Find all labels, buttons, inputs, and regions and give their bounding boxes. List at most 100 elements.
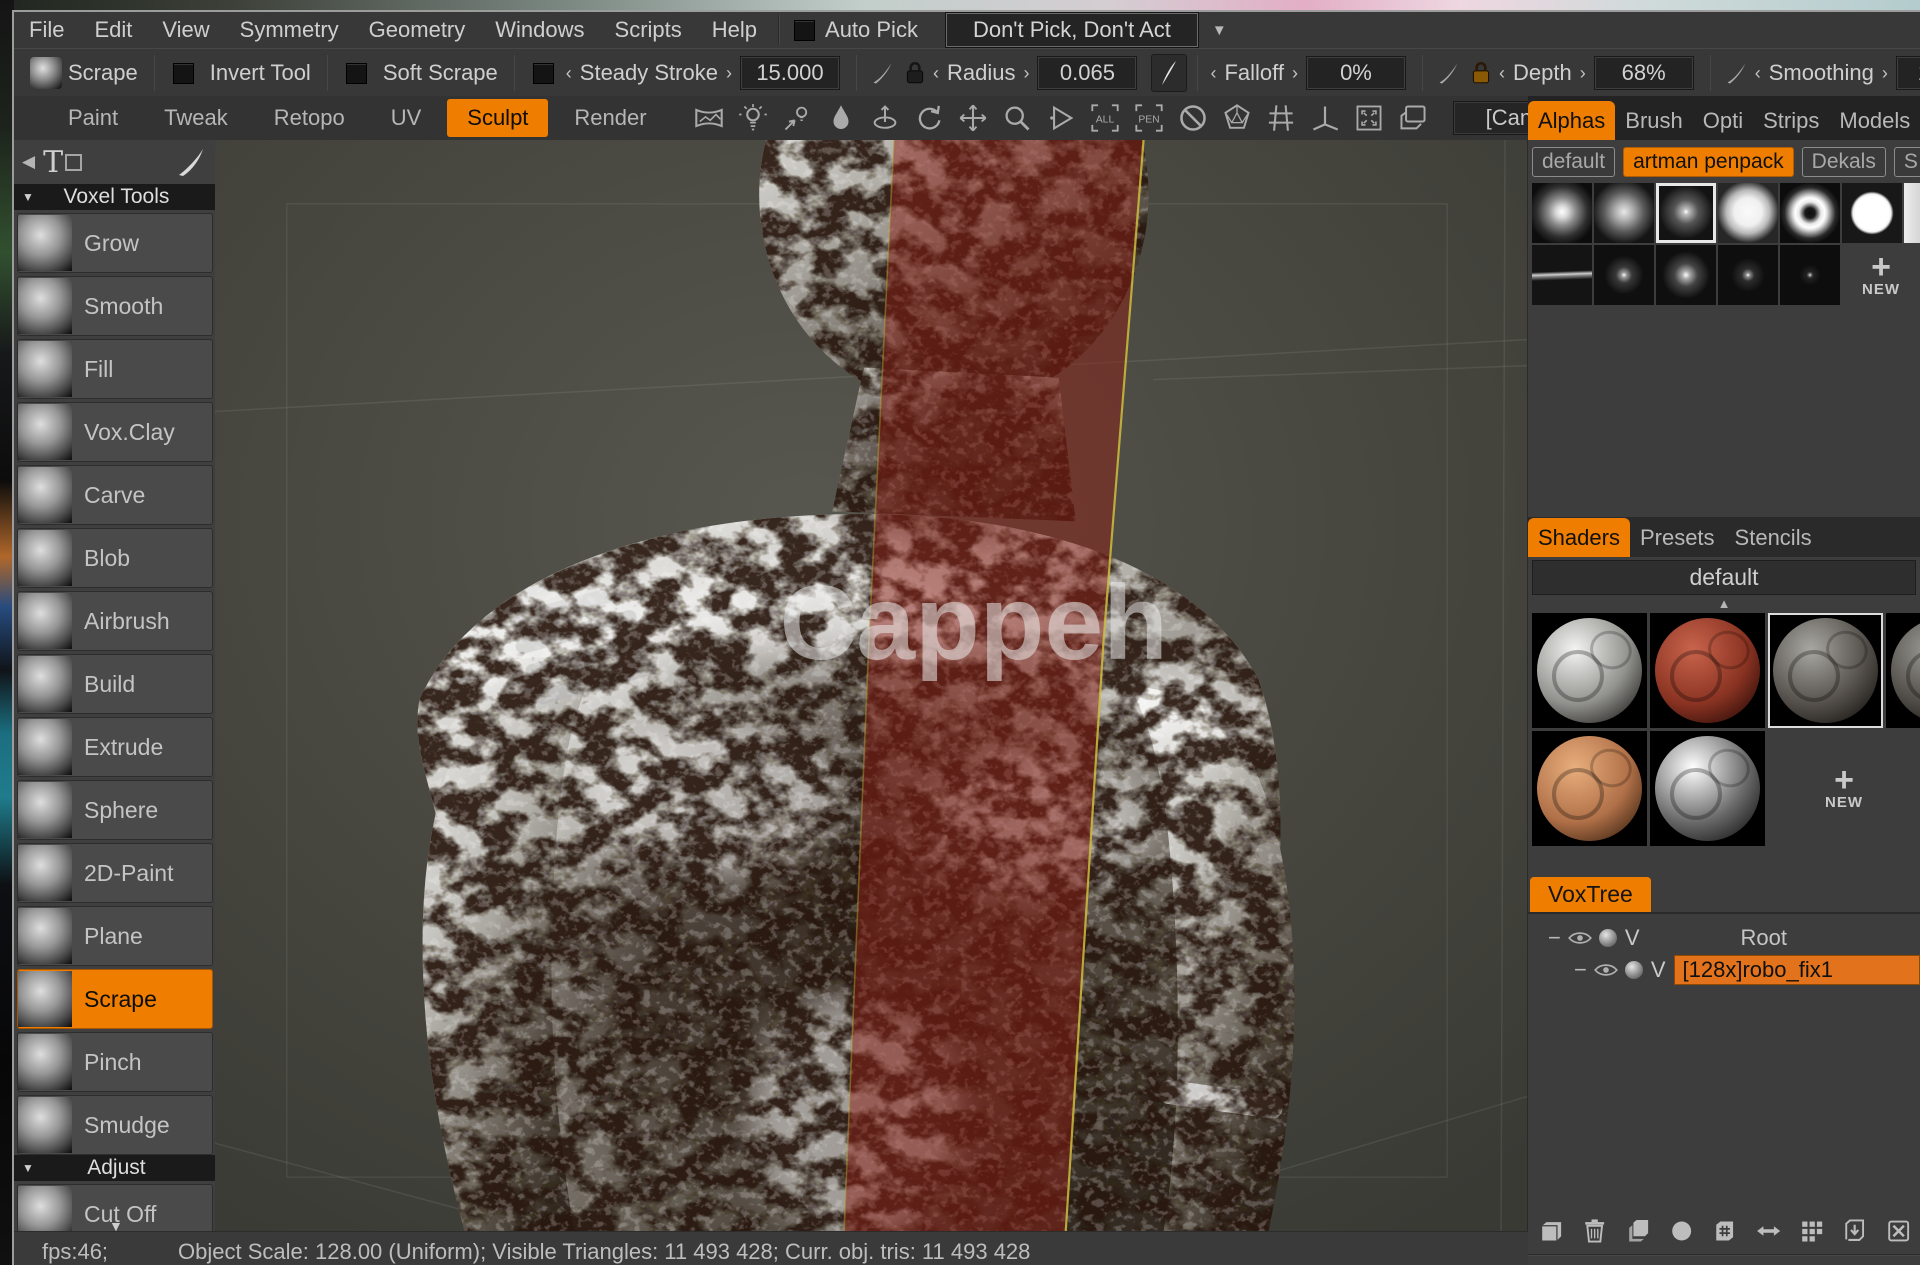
alpha-dot-large[interactable] bbox=[1656, 245, 1716, 305]
light-icon[interactable] bbox=[738, 103, 768, 133]
invert-tool-checkbox[interactable] bbox=[173, 63, 194, 84]
lock-icon[interactable] bbox=[902, 60, 928, 86]
tool-item-scrape[interactable]: Scrape bbox=[17, 969, 213, 1029]
panel-tab-brush[interactable]: Brush bbox=[1615, 101, 1692, 140]
brush-stroke-icon[interactable] bbox=[173, 147, 207, 177]
trackball-icon[interactable] bbox=[1222, 103, 1252, 133]
voxtree-layer-label[interactable]: [128x]robo_fix1 bbox=[1674, 955, 1920, 985]
shader-graphite-2[interactable] bbox=[1886, 613, 1920, 728]
menu-item-edit[interactable]: Edit bbox=[79, 13, 147, 47]
pen-pressure-icon[interactable] bbox=[1436, 60, 1462, 86]
panel-tab-strips[interactable]: Strips bbox=[1753, 101, 1829, 140]
text-tool-icon[interactable]: T bbox=[43, 145, 63, 180]
alpha-pack-s[interactable]: S bbox=[1894, 147, 1920, 177]
falloff-label[interactable]: Falloff bbox=[1224, 60, 1284, 86]
shader-tab-presets[interactable]: Presets bbox=[1630, 518, 1725, 557]
tool-item-blob[interactable]: Blob bbox=[17, 528, 213, 588]
new-shader-button[interactable]: +NEW bbox=[1768, 731, 1920, 846]
smoothing-label[interactable]: Smoothing bbox=[1769, 60, 1874, 86]
collapse-minus-icon[interactable]: − bbox=[1574, 957, 1587, 983]
duplicate-layer-icon[interactable] bbox=[1625, 1217, 1652, 1245]
tool-item-carve[interactable]: Carve bbox=[17, 465, 213, 525]
voxtree-layer-label[interactable]: Root bbox=[1648, 925, 1920, 951]
alpha-soft-wide[interactable] bbox=[1594, 183, 1654, 243]
voxel-mode-indicator[interactable]: V bbox=[1651, 957, 1666, 983]
panel-tab-alphas[interactable]: Alphas bbox=[1528, 101, 1615, 140]
menu-item-windows[interactable]: Windows bbox=[480, 13, 599, 47]
shader-dark-chrome[interactable] bbox=[1650, 731, 1765, 846]
global-grid-icon[interactable] bbox=[1798, 1217, 1825, 1245]
tool-item-pinch[interactable]: Pinch bbox=[17, 1032, 213, 1092]
wire-grid-icon[interactable] bbox=[1266, 103, 1296, 133]
room-tab-sculpt[interactable]: Sculpt bbox=[447, 99, 548, 137]
decrement-arrow[interactable]: ‹ bbox=[566, 63, 572, 84]
steady-stroke-checkbox[interactable] bbox=[533, 63, 554, 84]
falloff-value[interactable]: 0% bbox=[1306, 56, 1406, 90]
shader-copper[interactable] bbox=[1532, 731, 1647, 846]
room-tab-retopo[interactable]: Retopo bbox=[254, 99, 365, 137]
tool-item-fill[interactable]: Fill bbox=[17, 339, 213, 399]
radius-label[interactable]: Radius bbox=[947, 60, 1015, 86]
light-edit-icon[interactable] bbox=[782, 103, 812, 133]
menu-item-help[interactable]: Help bbox=[697, 13, 772, 47]
rotate-view-icon[interactable] bbox=[914, 103, 944, 133]
tool-item-plane[interactable]: Plane bbox=[17, 906, 213, 966]
zoom-view-icon[interactable] bbox=[1002, 103, 1032, 133]
room-tab-render[interactable]: Render bbox=[554, 99, 666, 137]
voxel-mode-indicator[interactable]: V bbox=[1625, 925, 1640, 951]
soft-scrape-checkbox[interactable] bbox=[346, 63, 367, 84]
depth-value[interactable]: 68% bbox=[1594, 56, 1694, 90]
alpha-square-partial[interactable] bbox=[1904, 183, 1920, 243]
tool-item-2d-paint[interactable]: 2D-Paint bbox=[17, 843, 213, 903]
merge-grid-icon[interactable] bbox=[1711, 1217, 1738, 1245]
collapse-triangle-icon[interactable]: ▼ bbox=[22, 190, 34, 204]
alpha-pack-default[interactable]: default bbox=[1532, 147, 1615, 177]
alpha-pack-dekals[interactable]: Dekals bbox=[1802, 147, 1886, 177]
increment-arrow[interactable]: › bbox=[1580, 63, 1586, 84]
all-mode-icon[interactable]: ALL bbox=[1090, 103, 1120, 133]
alpha-small-glow[interactable] bbox=[1656, 183, 1716, 243]
voxel-tools-header[interactable]: ▼ Voxel Tools bbox=[14, 184, 215, 210]
axis-icon[interactable] bbox=[1310, 103, 1340, 133]
alpha-bright-disc-soft[interactable] bbox=[1718, 183, 1778, 243]
pen-mode-icon[interactable]: PEN bbox=[1134, 103, 1164, 133]
visibility-eye-icon[interactable] bbox=[1567, 929, 1593, 947]
menu-item-symmetry[interactable]: Symmetry bbox=[225, 13, 354, 47]
panel-tab-opti[interactable]: Opti bbox=[1693, 101, 1753, 140]
turntable-icon[interactable] bbox=[870, 103, 900, 133]
swap-icon[interactable] bbox=[1755, 1217, 1782, 1245]
decrement-arrow[interactable]: ‹ bbox=[1499, 63, 1505, 84]
fit-view-icon[interactable] bbox=[1354, 103, 1384, 133]
increment-arrow[interactable]: › bbox=[1882, 63, 1888, 84]
room-tab-paint[interactable]: Paint bbox=[48, 99, 138, 137]
lock-icon[interactable] bbox=[1468, 60, 1494, 86]
collapse-up-icon[interactable]: ▲ bbox=[1528, 597, 1920, 610]
alpha-pack-artman-penpack[interactable]: artman penpack bbox=[1623, 147, 1794, 177]
radius-value[interactable]: 0.065 bbox=[1037, 56, 1137, 90]
import-icon[interactable] bbox=[1841, 1217, 1868, 1245]
tool-item-extrude[interactable]: Extrude bbox=[17, 717, 213, 777]
collapse-left-icon[interactable]: ◀ bbox=[22, 152, 35, 172]
decrement-arrow[interactable]: ‹ bbox=[933, 63, 939, 84]
decrement-arrow[interactable]: ‹ bbox=[1210, 63, 1216, 84]
voxtree-row-root[interactable]: −VRoot bbox=[1528, 922, 1920, 954]
alpha-hard-disc[interactable] bbox=[1842, 183, 1902, 243]
menu-item-view[interactable]: View bbox=[147, 13, 224, 47]
menu-item-file[interactable]: File bbox=[14, 13, 79, 47]
decrement-arrow[interactable]: ‹ bbox=[1755, 63, 1761, 84]
tool-item-smudge[interactable]: Smudge bbox=[17, 1095, 213, 1155]
depth-label[interactable]: Depth bbox=[1513, 60, 1572, 86]
visibility-eye-icon[interactable] bbox=[1593, 961, 1619, 979]
alpha-soft-round[interactable] bbox=[1532, 183, 1592, 243]
tool-item-grow[interactable]: Grow bbox=[17, 213, 213, 273]
alpha-ring[interactable] bbox=[1780, 183, 1840, 243]
increment-arrow[interactable]: › bbox=[1023, 63, 1029, 84]
scroll-more-icon[interactable]: ▼ bbox=[109, 1218, 123, 1232]
panorama-icon[interactable] bbox=[694, 103, 724, 133]
shader-tab-shaders[interactable]: Shaders bbox=[1528, 518, 1630, 557]
shader-tab-stencils[interactable]: Stencils bbox=[1725, 518, 1822, 557]
pen-pressure-icon[interactable] bbox=[870, 60, 896, 86]
brush-alpha-preview-icon[interactable] bbox=[30, 57, 62, 89]
new-alpha-button[interactable]: +NEW bbox=[1842, 245, 1920, 305]
steady-stroke-label[interactable]: Steady Stroke bbox=[580, 60, 718, 86]
